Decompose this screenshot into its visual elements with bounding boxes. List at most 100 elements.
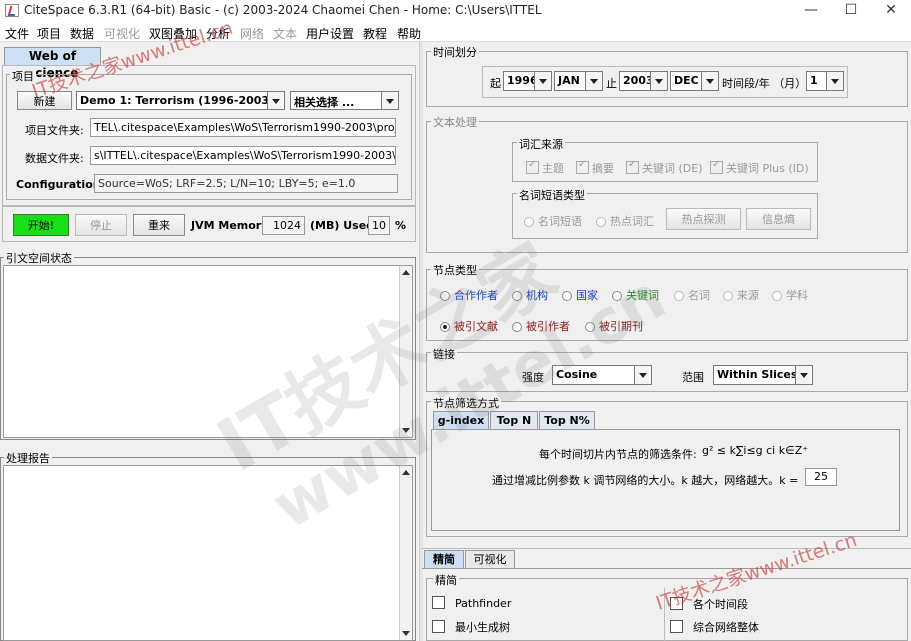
chevron-down-icon xyxy=(585,72,602,90)
pathfinder-checkbox[interactable]: Pathfinder xyxy=(432,596,511,610)
tab-web-of-science[interactable]: Web of Science xyxy=(4,47,101,80)
new-project-button[interactable]: 新建 xyxy=(17,91,72,110)
criteria-prefix: 每个时间切片内节点的筛选条件: xyxy=(539,448,697,461)
source-author-keywords-checkbox[interactable]: 关键词 (DE) xyxy=(626,159,703,176)
jvm-memory-label: JVM Memory xyxy=(191,219,269,232)
chevron-down-icon xyxy=(634,366,651,384)
menu-user-settings[interactable]: 用户设置 xyxy=(306,25,354,42)
node-country-label: 国家 xyxy=(576,289,598,302)
menu-help[interactable]: 帮助 xyxy=(397,25,421,42)
scroll-up-icon[interactable] xyxy=(400,466,412,478)
menu-dual-map-overlay[interactable]: 双图叠加 xyxy=(149,25,197,42)
menu-visualize[interactable]: 可视化 xyxy=(104,25,140,42)
menu-data[interactable]: 数据 xyxy=(70,25,94,42)
project-select[interactable]: Demo 1: Terrorism (1996-2003) xyxy=(76,91,285,110)
splitter[interactable] xyxy=(419,42,423,641)
tab-visualization[interactable]: 可视化 xyxy=(465,550,515,569)
menu-text[interactable]: 文本 xyxy=(273,25,297,42)
to-month-value: DEC xyxy=(674,74,699,87)
citation-status-label: 引文空间状态 xyxy=(4,250,74,266)
close-icon[interactable]: ✕ xyxy=(871,0,911,22)
scope-select[interactable]: Within Slices xyxy=(713,365,813,385)
pruning-merged-network-checkbox[interactable]: 综合网络整体 xyxy=(670,619,759,635)
source-title-label: 主题 xyxy=(542,162,564,175)
checkbox-icon xyxy=(670,597,683,610)
radio-icon xyxy=(723,291,733,301)
radio-icon xyxy=(674,291,684,301)
node-source-label: 来源 xyxy=(737,289,759,302)
process-report-area[interactable] xyxy=(3,465,413,641)
citation-status-area[interactable] xyxy=(3,265,413,438)
data-folder-label: 数据文件夹: xyxy=(25,152,84,165)
window-title: CiteSpace 6.3.R1 (64-bit) Basic - (c) 20… xyxy=(24,3,542,17)
project-folder-label: 项目文件夹: xyxy=(25,124,84,137)
pruning-divider xyxy=(664,588,665,641)
stop-button[interactable]: 停止 xyxy=(75,214,127,236)
menu-file[interactable]: 文件 xyxy=(5,25,29,42)
minimize-icon[interactable]: — xyxy=(791,0,831,22)
node-keyword-label: 关键词 xyxy=(626,289,659,302)
menu-project[interactable]: 项目 xyxy=(37,25,61,42)
checkbox-icon xyxy=(710,159,723,174)
node-cited-journal-radio[interactable]: 被引期刊 xyxy=(585,318,643,334)
pruning-sliced-networks-checkbox[interactable]: 各个时间段 xyxy=(670,596,748,612)
tab-top-n-percent[interactable]: Top N% xyxy=(539,411,595,430)
citation-status-scrollbar[interactable] xyxy=(399,266,412,437)
pruning-group-label: 精简 xyxy=(433,572,459,588)
maximize-icon[interactable]: ☐ xyxy=(831,0,871,22)
data-folder-field[interactable]: s\ITTEL\.citespace\Examples\WoS\Terroris… xyxy=(90,146,396,165)
configuration-field: Source=WoS; LRF=2.5; L/N=10; LBY=5; e=1.… xyxy=(94,174,398,193)
menu-analysis[interactable]: 分析 xyxy=(206,25,230,42)
node-source-radio[interactable]: 来源 xyxy=(723,287,759,303)
scroll-down-icon[interactable] xyxy=(400,628,412,640)
node-institution-radio[interactable]: 机构 xyxy=(512,287,548,303)
entropy-button[interactable]: 信息熵 xyxy=(746,208,811,230)
node-cited-reference-label: 被引文献 xyxy=(454,320,498,333)
from-month-value: JAN xyxy=(558,74,580,87)
links-label: 链接 xyxy=(431,346,457,362)
from-month-select[interactable]: JAN xyxy=(554,71,603,91)
reset-button[interactable]: 重来 xyxy=(133,214,185,236)
strength-select[interactable]: Cosine xyxy=(552,365,652,385)
minimum-spanning-tree-checkbox[interactable]: 最小生成树 xyxy=(432,619,510,635)
menu-bar: 文件 项目 数据 可视化 双图叠加 分析 网络 文本 用户设置 教程 帮助 xyxy=(0,22,911,42)
process-report-scrollbar[interactable] xyxy=(399,466,412,640)
node-category-radio[interactable]: 学科 xyxy=(772,287,808,303)
pruning-sliced-networks-label: 各个时间段 xyxy=(693,598,748,611)
hot-terms-radio[interactable]: 热点词汇 xyxy=(596,213,654,229)
project-group-label: 项目 xyxy=(10,68,36,84)
checkbox-icon xyxy=(576,159,589,174)
source-keywords-plus-checkbox[interactable]: 关键词 Plus (ID) xyxy=(710,159,809,176)
node-term-radio[interactable]: 名词 xyxy=(674,287,710,303)
node-types-label: 节点类型 xyxy=(431,262,479,278)
to-year-select[interactable]: 2003 xyxy=(619,71,668,91)
node-cited-reference-radio[interactable]: 被引文献 xyxy=(440,318,498,334)
source-abstract-checkbox[interactable]: 摘要 xyxy=(576,159,614,176)
menu-network[interactable]: 网络 xyxy=(240,25,264,42)
source-abstract-label: 摘要 xyxy=(592,162,614,175)
tab-pruning[interactable]: 精简 xyxy=(424,550,464,569)
noun-phrase-radio[interactable]: 名词短语 xyxy=(524,213,582,229)
minimum-spanning-tree-label: 最小生成树 xyxy=(455,621,510,634)
start-button[interactable]: 开始! xyxy=(13,214,69,236)
from-year-select[interactable]: 1996 xyxy=(503,71,552,91)
scroll-up-icon[interactable] xyxy=(400,266,412,278)
node-keyword-radio[interactable]: 关键词 xyxy=(612,287,659,303)
burst-detection-button[interactable]: 热点探测 xyxy=(666,208,741,230)
project-folder-field[interactable]: TEL\.citespace\Examples\WoS\Terrorism199… xyxy=(90,118,396,137)
menu-tutorial[interactable]: 教程 xyxy=(363,25,387,42)
links-group xyxy=(426,352,908,392)
k-value-input[interactable]: 25 xyxy=(805,468,837,486)
source-title-checkbox[interactable]: 主题 xyxy=(526,159,564,176)
tab-g-index[interactable]: g-index xyxy=(433,411,489,430)
node-country-radio[interactable]: 国家 xyxy=(562,287,598,303)
node-types-group xyxy=(426,269,908,341)
node-coauthor-radio[interactable]: 合作作者 xyxy=(440,287,498,303)
node-cited-author-radio[interactable]: 被引作者 xyxy=(512,318,570,334)
node-institution-label: 机构 xyxy=(526,289,548,302)
to-month-select[interactable]: DEC xyxy=(670,71,719,91)
slice-length-select[interactable]: 1 xyxy=(806,71,844,91)
related-select[interactable]: 相关选择 ... xyxy=(290,91,399,110)
scroll-down-icon[interactable] xyxy=(400,425,412,437)
tab-top-n[interactable]: Top N xyxy=(490,411,538,430)
